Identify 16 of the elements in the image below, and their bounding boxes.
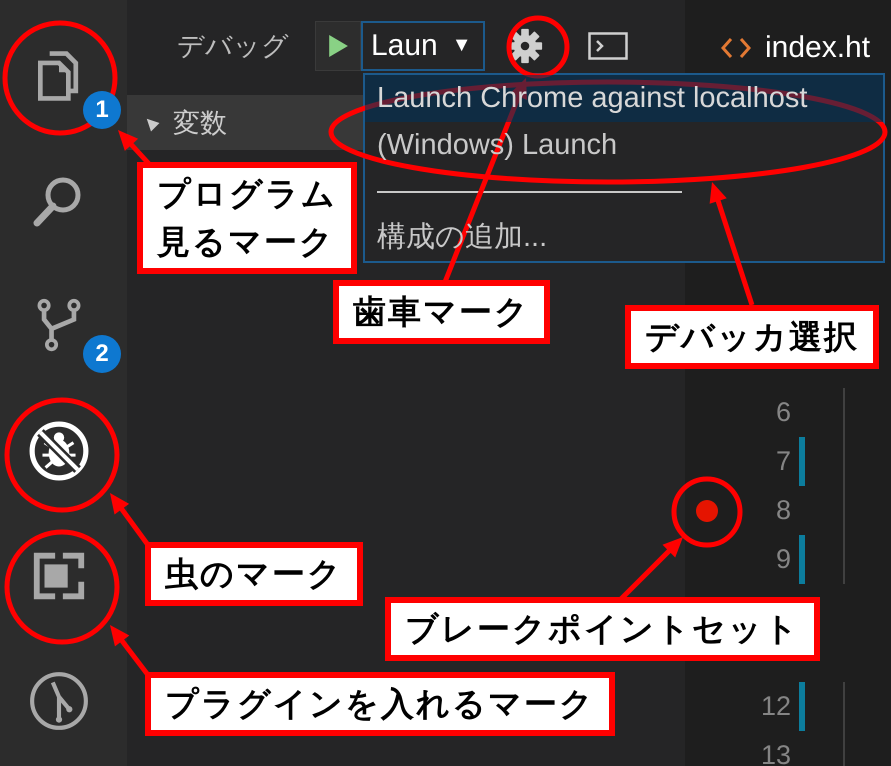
callout-label: 歯車マーク xyxy=(333,280,550,344)
line-number: 13 xyxy=(760,740,791,766)
callout-label: 虫のマーク xyxy=(145,542,363,606)
line-number: 12 xyxy=(760,691,791,722)
callout-label: プログラム見るマーク xyxy=(137,162,357,274)
line-number: 7 xyxy=(774,446,791,477)
callout-label: ブレークポイントセット xyxy=(385,597,820,661)
line-number: 6 xyxy=(774,397,791,428)
count-badge: 2 xyxy=(83,335,121,373)
callout-label: プラグインを入れるマーク xyxy=(145,672,615,736)
debug-label: デバッグ xyxy=(177,30,289,64)
line-number: 8 xyxy=(774,495,791,526)
callout-label: デバッカ選択 xyxy=(625,305,879,369)
line-number: 9 xyxy=(774,544,791,575)
count-badge: 1 xyxy=(83,91,121,129)
tab-title: index.ht xyxy=(765,30,870,64)
